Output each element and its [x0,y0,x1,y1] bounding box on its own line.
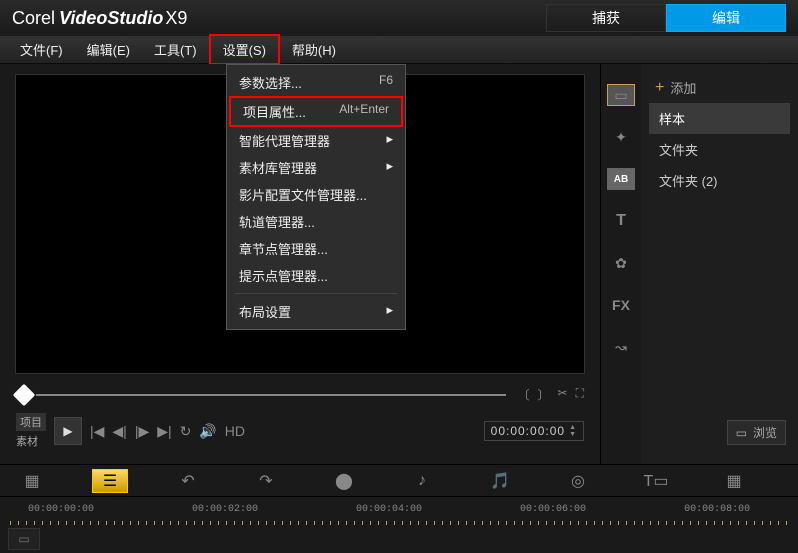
path-icon[interactable]: ↝ [607,336,635,358]
menu-bar: 文件(F) 编辑(E) 工具(T) 设置(S) 帮助(H) [0,36,798,64]
mode-project[interactable]: 项目 [16,413,46,431]
scrubber[interactable]: 〔 〕 ✂ ⛶ [16,386,584,403]
scrubber-handle[interactable] [13,383,36,406]
mode-clip[interactable]: 素材 [16,433,46,449]
dropdown-prefs-label: 参数选择... [239,73,302,92]
dropdown-project-properties[interactable]: 项目属性... Alt+Enter [229,96,403,127]
title-icon[interactable]: T [607,210,635,232]
timecode-stepper[interactable]: ▲▼ [569,424,577,438]
motion-track-icon[interactable]: ◎ [560,469,596,493]
time-mark: 00:00:00:00 [28,504,94,515]
scrubber-track[interactable] [36,394,506,396]
hd-label[interactable]: HD [225,423,245,439]
mark-out-icon[interactable]: 〕 [538,386,550,403]
graphic-icon[interactable]: ✿ [607,252,635,274]
dropdown-preferences[interactable]: 参数选择... F6 [227,69,405,96]
chevron-right-icon: ▸ [386,158,393,177]
folder-item-2[interactable]: 文件夹 (2) [649,165,790,196]
library-content: + 添加 样本 文件夹 文件夹 (2) [641,64,798,464]
logo-videostudio: VideoStudio [59,8,163,28]
prev-frame-icon[interactable]: ◀| [112,423,126,440]
audio-mixer-icon[interactable]: ♪ [404,469,440,493]
dropdown-smart-proxy[interactable]: 智能代理管理器 ▸ [227,127,405,154]
dropdown-cue-manager[interactable]: 提示点管理器... [227,262,405,289]
timeline-view-button[interactable]: ☰ [92,469,128,493]
dropdown-profile-manager[interactable]: 影片配置文件管理器... [227,181,405,208]
video-track-icon[interactable]: ▭ [8,528,40,550]
subtitle-icon[interactable]: T▭ [638,469,674,493]
undo-icon[interactable]: ↶ [170,469,206,493]
play-button[interactable]: ▶ [54,417,82,445]
volume-icon[interactable]: 🔊 [199,423,216,440]
folder-item-sample[interactable]: 样本 [649,103,790,134]
browse-label: 浏览 [753,424,777,441]
menu-settings[interactable]: 设置(S) [209,34,280,65]
scrubber-tools: 〔 〕 ✂ ⛶ [518,386,585,403]
browse-icon: ▭ [736,426,747,440]
time-mark: 00:00:04:00 [356,504,422,515]
plus-icon: + [655,79,664,97]
dropdown-smartproxy-label: 智能代理管理器 [239,131,330,150]
app-logo: CorelVideoStudioX9 [12,8,187,29]
goto-start-icon[interactable]: |◀ [90,423,104,440]
menu-edit[interactable]: 编辑(E) [75,36,142,63]
logo-version: X9 [165,8,187,28]
mode-labels: 项目 素材 [16,413,46,449]
mode-tabs: 捕获 编辑 [546,4,786,32]
tab-edit[interactable]: 编辑 [666,4,786,32]
menu-tools[interactable]: 工具(T) [142,36,209,63]
tab-capture[interactable]: 捕获 [546,4,666,32]
video-track[interactable]: ▭ [0,525,798,553]
timecode-value: 00:00:00:00 [491,424,565,438]
dropdown-track-manager[interactable]: 轨道管理器... [227,208,405,235]
library-category-strip: ▭ ✦ AB T ✿ FX ↝ [601,64,641,464]
redo-icon[interactable]: ↷ [248,469,284,493]
dropdown-layout[interactable]: 布局设置 ▸ [227,298,405,325]
dropdown-library-manager[interactable]: 素材库管理器 ▸ [227,154,405,181]
timecode-display[interactable]: 00:00:00:00 ▲▼ [484,421,584,441]
chevron-right-icon: ▸ [386,131,393,150]
menu-file[interactable]: 文件(F) [8,36,75,63]
title-bar: CorelVideoStudioX9 捕获 编辑 [0,0,798,36]
playback-controls: 项目 素材 ▶ |◀ ◀| |▶ ▶| ↻ 🔊 HD 00:00:00:00 ▲… [16,413,584,449]
media-icon[interactable]: ▭ [607,84,635,106]
time-mark: 00:00:08:00 [684,504,750,515]
library-panel: ▭ ✦ AB T ✿ FX ↝ + 添加 样本 文件夹 文件夹 (2) [600,64,798,464]
dropdown-libmgr-label: 素材库管理器 [239,158,317,177]
folder-item-1[interactable]: 文件夹 [649,134,790,165]
add-label: 添加 [670,78,696,97]
storyboard-view-button[interactable]: ▦ [14,469,50,493]
mark-in-icon[interactable]: 〔 [518,386,530,403]
filter-icon[interactable]: FX [607,294,635,316]
transition-icon[interactable]: AB [607,168,635,190]
dropdown-projprops-label: 项目属性... [243,102,306,121]
instant-icon[interactable]: ✦ [607,126,635,148]
dropdown-projprops-shortcut: Alt+Enter [339,102,389,121]
browse-button[interactable]: ▭ 浏览 [727,420,786,445]
multicam-icon[interactable]: ▦ [716,469,752,493]
dropdown-separator [235,293,397,294]
repeat-icon[interactable]: ↻ [180,423,192,440]
add-folder-button[interactable]: + 添加 [649,72,790,103]
auto-music-icon[interactable]: 🎵 [482,469,518,493]
time-mark: 00:00:06:00 [520,504,586,515]
record-icon[interactable]: ⬤ [326,469,362,493]
dropdown-prefs-shortcut: F6 [379,73,393,92]
expand-icon[interactable]: ⛶ [576,386,584,403]
settings-dropdown: 参数选择... F6 项目属性... Alt+Enter 智能代理管理器 ▸ 素材… [226,64,406,330]
timeline-toolbar: ▦ ☰ ↶ ↷ ⬤ ♪ 🎵 ◎ T▭ ▦ [0,465,798,497]
next-frame-icon[interactable]: |▶ [135,423,149,440]
time-mark: 00:00:02:00 [192,504,258,515]
time-ruler[interactable]: 00:00:00:00 00:00:02:00 00:00:04:00 00:0… [0,497,798,521]
menu-help[interactable]: 帮助(H) [280,36,348,63]
chevron-right-icon: ▸ [386,302,393,321]
scissors-icon[interactable]: ✂ [558,386,568,403]
dropdown-chapter-manager[interactable]: 章节点管理器... [227,235,405,262]
dropdown-layout-label: 布局设置 [239,302,291,321]
goto-end-icon[interactable]: ▶| [157,423,171,440]
logo-corel: Corel [12,8,55,28]
